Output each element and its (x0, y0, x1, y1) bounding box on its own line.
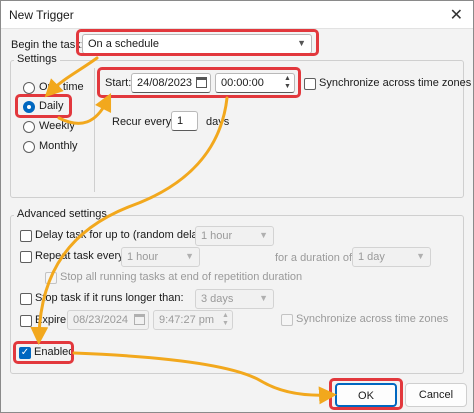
arrow-start-to-enabled (30, 96, 229, 345)
arrow-enabled-to-ok (72, 351, 337, 405)
arrow-begin-to-daily (44, 56, 99, 98)
new-trigger-dialog: New Trigger ✕ Begin the task: On a sched… (0, 0, 474, 413)
annotation-arrows (30, 56, 337, 405)
arrow-daily-to-start (57, 92, 112, 125)
